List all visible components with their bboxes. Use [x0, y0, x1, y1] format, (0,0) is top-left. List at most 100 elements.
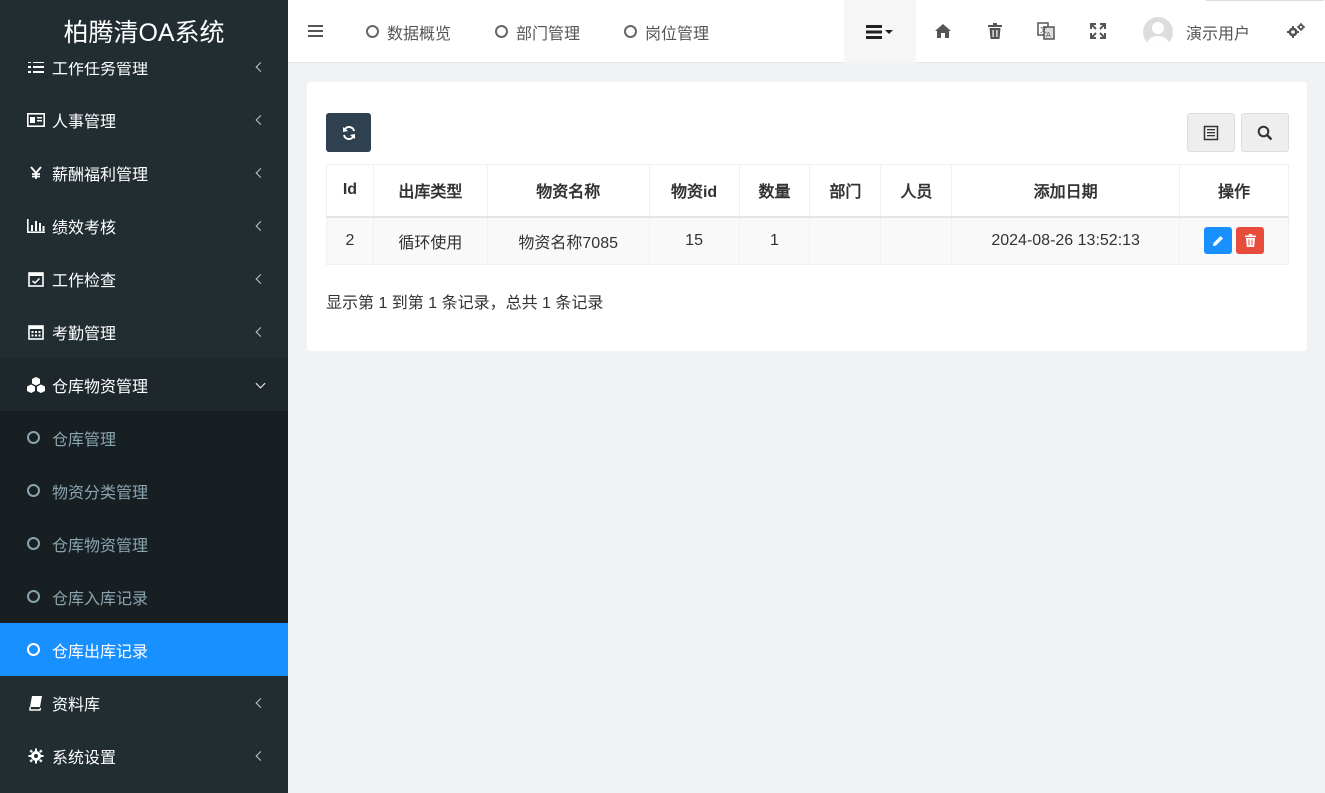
sidebar-item-label: 工作检查: [52, 272, 117, 290]
sidebar-item-attendance[interactable]: 考勤管理: [0, 305, 288, 358]
cell-added-date: 2024-08-26 13:52:13: [951, 216, 1181, 265]
chevron-left-icon: [255, 273, 266, 284]
column-header[interactable]: 人员: [880, 164, 953, 218]
sidebar-item-label: 人事管理: [52, 113, 117, 131]
refresh-icon: [342, 125, 355, 140]
pagination-summary: 显示第 1 到第 1 条记录，总共 1 条记录: [326, 295, 604, 312]
sidebar-item-label: 仓库物资管理: [52, 378, 149, 396]
circle-icon: [27, 484, 40, 497]
sidebar-item-label: 考勤管理: [52, 325, 117, 343]
user-menu[interactable]: 演示用户: [1143, 0, 1250, 63]
sidebar-menu: 工作任务管理 人事管理 薪酬福利管理 绩效考核 工作检查 考勤管理 仓库物资管理…: [0, 40, 288, 782]
submenu-item-inbound-records[interactable]: 仓库入库记录: [0, 570, 288, 623]
avatar: [1143, 16, 1173, 47]
pencil-icon: [1213, 235, 1224, 246]
sidebar-item-library[interactable]: 资料库: [0, 676, 288, 729]
tab-position[interactable]: 岗位管理: [624, 0, 709, 63]
circle-icon: [27, 643, 40, 656]
gears-icon[interactable]: [1287, 22, 1305, 40]
warehouse-submenu: 仓库管理 物资分类管理 仓库物资管理 仓库入库记录 仓库出库记录: [0, 411, 288, 676]
cell-actions: [1179, 216, 1289, 265]
chevron-left-icon: [255, 61, 266, 72]
cell-person: [880, 216, 953, 265]
book-icon: [26, 695, 46, 711]
submenu-item-label: 仓库物资管理: [52, 537, 149, 555]
cell-quantity: 1: [738, 216, 811, 265]
circle-icon: [495, 25, 508, 38]
edit-button[interactable]: [1204, 227, 1233, 255]
search-icon: [1257, 125, 1273, 140]
chevron-left-icon: [255, 167, 266, 178]
submenu-item-label: 仓库入库记录: [52, 590, 149, 608]
sidebar-item-label: 薪酬福利管理: [52, 166, 149, 184]
search-button[interactable]: [1241, 113, 1289, 152]
column-header[interactable]: 出库类型: [372, 164, 488, 218]
column-header[interactable]: 物资名称: [486, 164, 650, 218]
submenu-item-label: 仓库出库记录: [52, 643, 149, 661]
translate-icon[interactable]: 文A: [1037, 22, 1055, 40]
tab-department[interactable]: 部门管理: [495, 0, 580, 63]
chevron-left-icon: [255, 697, 266, 708]
list-caret-icon: [866, 24, 893, 39]
columns-button[interactable]: [1187, 113, 1235, 152]
cell-material-id: 15: [648, 216, 740, 265]
chevron-down-icon: [255, 378, 266, 389]
sidebar-item-settings[interactable]: 系统设置: [0, 729, 288, 782]
sidebar-item-hr[interactable]: 人事管理: [0, 93, 288, 146]
table-row: 2 循环使用 物资名称7085 15 1 2024-08-26 13:52:13: [326, 216, 1289, 265]
refresh-button[interactable]: [326, 113, 371, 152]
user-name: 演示用户: [1186, 25, 1251, 43]
divider: [1206, 0, 1324, 1]
cell-outbound-type: 循环使用: [372, 216, 488, 265]
sidebar-item-label: 系统设置: [52, 749, 117, 767]
tab-data-overview[interactable]: 数据概览: [366, 0, 451, 63]
app-logo: 柏腾清OA系统: [0, 0, 288, 62]
column-header: 操作: [1179, 164, 1289, 218]
submenu-item-outbound-records[interactable]: 仓库出库记录: [0, 623, 288, 676]
yen-icon: [26, 165, 46, 181]
outbound-records-table: Id 出库类型 物资名称 物资id 数量 部门 人员 添加日期 操作 2 循环使…: [326, 164, 1289, 265]
delete-button[interactable]: [1236, 227, 1265, 255]
sidebar-item-warehouse[interactable]: 仓库物资管理: [0, 358, 288, 411]
tab-label: 部门管理: [516, 25, 581, 43]
fullscreen-icon[interactable]: [1089, 22, 1107, 40]
cell-department: [809, 216, 882, 265]
cubes-icon: [26, 376, 46, 393]
sidebar-item-inspection[interactable]: 工作检查: [0, 252, 288, 305]
menu-toggle-icon[interactable]: [308, 25, 323, 37]
column-header[interactable]: 部门: [809, 164, 882, 218]
sidebar-item-performance[interactable]: 绩效考核: [0, 199, 288, 252]
column-header[interactable]: 添加日期: [951, 164, 1181, 218]
home-icon[interactable]: [934, 22, 952, 40]
sidebar-item-label: 绩效考核: [52, 219, 117, 237]
circle-icon: [366, 25, 379, 38]
content-panel: Id 出库类型 物资名称 物资id 数量 部门 人员 添加日期 操作 2 循环使…: [307, 82, 1307, 351]
trash-icon[interactable]: [986, 22, 1004, 40]
columns-icon: [1203, 125, 1219, 140]
submenu-item-warehouse[interactable]: 仓库管理: [0, 411, 288, 464]
column-header[interactable]: 物资id: [648, 164, 740, 218]
trash-icon: [1244, 234, 1256, 248]
tab-label: 岗位管理: [645, 25, 710, 43]
chevron-left-icon: [255, 326, 266, 337]
bar-chart-icon: [26, 218, 46, 234]
column-header[interactable]: Id: [326, 164, 374, 218]
sidebar-item-label: 资料库: [52, 696, 101, 714]
chevron-left-icon: [255, 114, 266, 125]
submenu-item-material-category[interactable]: 物资分类管理: [0, 464, 288, 517]
circle-icon: [27, 537, 40, 550]
sidebar: 工作任务管理 人事管理 薪酬福利管理 绩效考核 工作检查 考勤管理 仓库物资管理…: [0, 0, 288, 793]
cell-id: 2: [326, 216, 374, 265]
sidebar-item-salary[interactable]: 薪酬福利管理: [0, 146, 288, 199]
svg-text:A: A: [1046, 31, 1051, 39]
id-card-icon: [26, 112, 46, 128]
submenu-item-warehouse-materials[interactable]: 仓库物资管理: [0, 517, 288, 570]
submenu-item-label: 物资分类管理: [52, 484, 149, 502]
calendar-icon: [26, 324, 46, 340]
gear-icon: [26, 748, 46, 764]
circle-icon: [27, 431, 40, 444]
tab-list-dropdown-button[interactable]: [844, 0, 916, 63]
chevron-left-icon: [255, 220, 266, 231]
column-header[interactable]: 数量: [738, 164, 811, 218]
circle-icon: [27, 590, 40, 603]
